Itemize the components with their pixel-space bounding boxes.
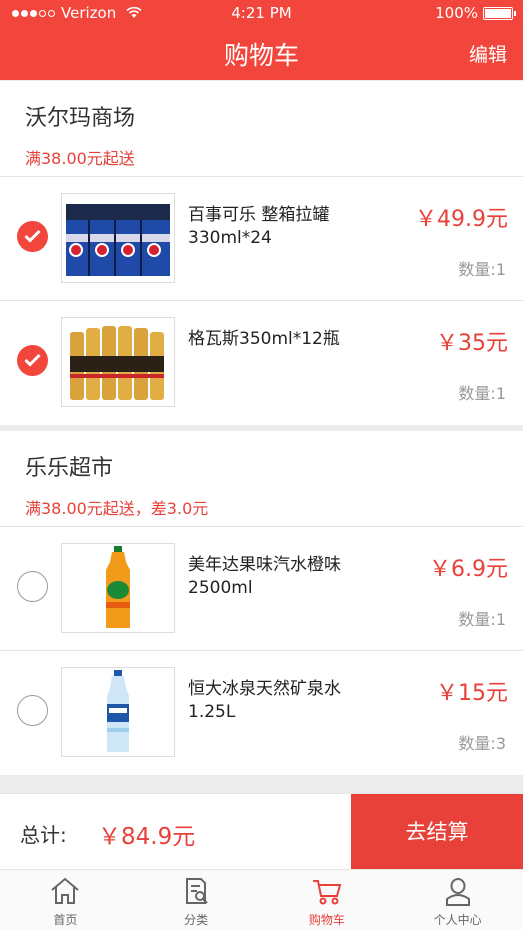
tab-label: 首页 — [53, 913, 78, 927]
cart-item[interactable]: 美年达果味汽水橙味2500ml ￥6.9元 数量:1 — [0, 527, 523, 651]
item-name: 格瓦斯350ml*12瓶 — [188, 329, 340, 349]
edit-button[interactable]: 编辑 — [469, 40, 507, 67]
header: Verizon 4:21 PM 100% 购物车 编辑 — [0, 0, 523, 80]
cart-icon — [312, 880, 342, 905]
store-header: 乐乐超市 满38.00元起送，差3.0元 — [0, 431, 523, 527]
item-price: ￥49.9元 — [415, 207, 508, 232]
store-delivery-note: 满38.00元起送，差3.0元 — [25, 499, 209, 518]
item-checkbox[interactable] — [17, 345, 48, 376]
pepsi-cans-image — [61, 193, 175, 283]
home-icon — [51, 877, 80, 904]
cart-item[interactable]: 恒大冰泉天然矿泉水1.25L ￥15元 数量:3 — [0, 651, 523, 775]
tab-profile[interactable]: 个人中心 — [392, 870, 523, 930]
store-section: 沃尔玛商场 满38.00元起送 百事可乐 整箱拉罐330ml*24 ￥49.9元… — [0, 81, 523, 425]
tab-category[interactable]: 分类 — [131, 870, 262, 930]
tab-label: 个人中心 — [433, 913, 482, 927]
battery-icon — [483, 6, 516, 20]
profile-icon — [445, 878, 470, 906]
total-value: ￥84.9元 — [98, 824, 196, 850]
mirinda-bottle-image — [61, 543, 175, 633]
total-label: 总计: — [20, 823, 67, 847]
item-quantity: 数量:3 — [458, 734, 506, 753]
checkout-button[interactable]: 去结算 — [351, 794, 523, 870]
store-section: 乐乐超市 满38.00元起送，差3.0元 美年达果味汽水橙味2500ml ￥6.… — [0, 431, 523, 775]
store-delivery-note: 满38.00元起送 — [25, 149, 135, 168]
kvass-bottles-image — [61, 317, 175, 407]
tab-label: 分类 — [184, 913, 209, 927]
battery-percent: 100% — [435, 4, 478, 22]
tab-bar: 首页 分类 购物车 个人中心 — [0, 869, 523, 930]
category-icon — [186, 878, 208, 904]
checkmark-icon — [24, 229, 41, 243]
item-quantity: 数量:1 — [458, 610, 506, 629]
store-name: 乐乐超市 — [25, 456, 114, 481]
item-price: ￥15元 — [436, 681, 508, 706]
item-price: ￥35元 — [436, 331, 508, 356]
checkout-bar: 总计: ￥84.9元 去结算 — [0, 793, 523, 870]
store-header: 沃尔玛商场 满38.00元起送 — [0, 81, 523, 177]
checkmark-icon — [24, 353, 41, 367]
status-bar: Verizon 4:21 PM 100% — [0, 0, 523, 26]
item-quantity: 数量:1 — [458, 260, 506, 279]
page-title: 购物车 — [223, 41, 299, 70]
tab-home[interactable]: 首页 — [0, 870, 131, 930]
water-bottle-image — [61, 667, 175, 757]
tab-label: 购物车 — [308, 913, 345, 927]
tab-cart[interactable]: 购物车 — [262, 870, 393, 930]
item-price: ￥6.9元 — [429, 557, 508, 582]
item-name: 美年达果味汽水橙味2500ml — [188, 555, 341, 598]
store-name: 沃尔玛商场 — [25, 106, 136, 131]
item-checkbox[interactable] — [17, 695, 48, 726]
item-quantity: 数量:1 — [458, 384, 506, 403]
item-checkbox[interactable] — [17, 571, 48, 602]
cart-item[interactable]: 格瓦斯350ml*12瓶 ￥35元 数量:1 — [0, 301, 523, 425]
item-name: 恒大冰泉天然矿泉水1.25L — [188, 679, 341, 722]
item-name: 百事可乐 整箱拉罐330ml*24 — [188, 205, 330, 248]
item-checkbox[interactable] — [17, 221, 48, 252]
cart-item[interactable]: 百事可乐 整箱拉罐330ml*24 ￥49.9元 数量:1 — [0, 177, 523, 301]
